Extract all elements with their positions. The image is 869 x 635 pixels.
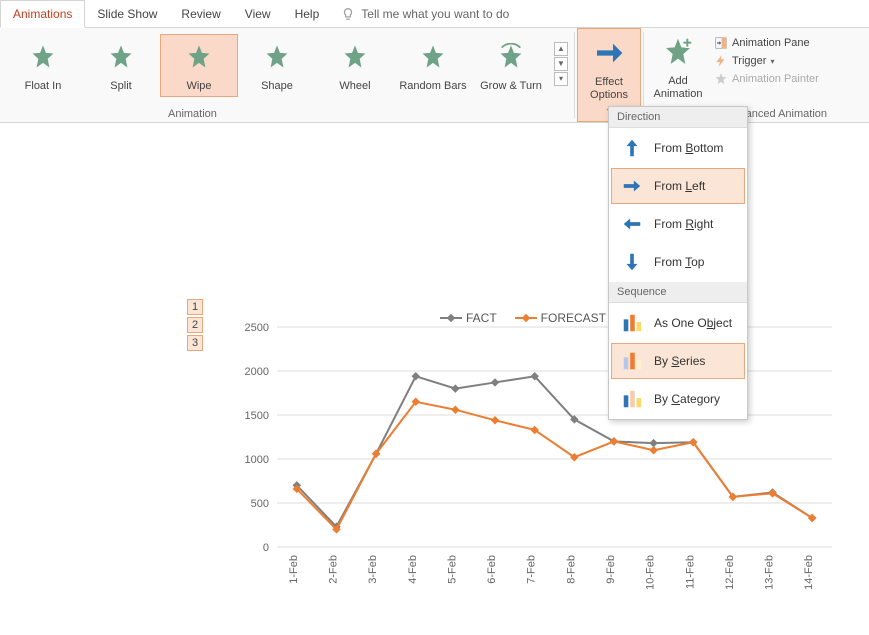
menu-from-bottom[interactable]: From Bottom [611, 130, 745, 166]
arrow-left-icon [621, 213, 643, 235]
animation-painter-label: Animation Painter [732, 73, 819, 85]
anim-wheel[interactable]: Wheel [316, 34, 394, 97]
anim-random-bars[interactable]: Random Bars [394, 34, 472, 97]
bars-icon [621, 312, 643, 334]
tell-me-box[interactable]: Tell me what you want to do [331, 7, 519, 21]
anim-wipe[interactable]: Wipe [160, 34, 238, 97]
dropdown-section-sequence: Sequence [609, 282, 747, 303]
bars-category-icon [621, 388, 643, 410]
svg-text:9-Feb: 9-Feb [605, 555, 617, 584]
lightbulb-icon [341, 7, 355, 21]
star-icon [29, 43, 57, 71]
svg-text:6-Feb: 6-Feb [486, 555, 498, 584]
group-label-animation: Animation [168, 108, 217, 120]
anim-tag[interactable]: 2 [187, 317, 203, 333]
menu-label: By Series [654, 354, 705, 368]
svg-text:500: 500 [251, 498, 269, 510]
tab-animations[interactable]: Animations [0, 0, 85, 28]
menu-as-one-object[interactable]: As One Object [611, 305, 745, 341]
svg-text:8-Feb: 8-Feb [565, 555, 577, 584]
star-plus-icon [662, 36, 694, 68]
arrow-up-icon [621, 137, 643, 159]
star-icon [497, 43, 525, 71]
anim-label: Wipe [163, 80, 235, 92]
svg-text:1500: 1500 [245, 410, 269, 422]
dropdown-section-direction: Direction [609, 107, 747, 128]
lightning-icon [714, 54, 728, 68]
svg-text:10-Feb: 10-Feb [645, 555, 657, 590]
anim-tag[interactable]: 1 [187, 299, 203, 315]
arrow-right-icon [593, 37, 625, 69]
anim-tag[interactable]: 3 [187, 335, 203, 351]
svg-text:11-Feb: 11-Feb [684, 555, 696, 589]
animation-pane-button[interactable]: Animation Pane [714, 34, 819, 52]
anim-label: Split [85, 80, 157, 92]
tab-help[interactable]: Help [283, 1, 332, 27]
arrow-right-icon [621, 175, 643, 197]
menu-from-right[interactable]: From Right [611, 206, 745, 242]
svg-text:12-Feb: 12-Feb [724, 555, 736, 590]
painter-icon [714, 72, 728, 86]
menu-label: By Category [654, 392, 720, 406]
animation-painter-button: Animation Painter [714, 70, 819, 88]
trigger-label: Trigger [732, 55, 766, 67]
animation-pane-label: Animation Pane [732, 37, 810, 49]
menu-label: As One Object [654, 316, 732, 330]
bars-series-icon [621, 350, 643, 372]
svg-text:0: 0 [263, 542, 269, 554]
menu-label: From Top [654, 255, 704, 269]
svg-text:13-Feb: 13-Feb [764, 555, 776, 590]
tab-view[interactable]: View [233, 1, 283, 27]
star-icon [185, 43, 213, 71]
ribbon-tabs: Animations Slide Show Review View Help T… [0, 0, 869, 28]
svg-text:5-Feb: 5-Feb [446, 555, 458, 584]
gallery-more-icon[interactable]: ▾ [554, 72, 568, 86]
svg-text:2000: 2000 [245, 366, 269, 378]
anim-label: Shape [241, 80, 313, 92]
menu-by-category[interactable]: By Category [611, 381, 745, 417]
anim-grow-turn[interactable]: Grow & Turn [472, 34, 550, 97]
star-icon [419, 43, 447, 71]
tab-slide-show[interactable]: Slide Show [85, 1, 169, 27]
chart[interactable]: 0 500 1000 1500 2000 2500 1-Feb 2-Feb 3-Feb 4-Feb… [227, 307, 847, 617]
anim-label: Grow & Turn [475, 80, 547, 92]
effect-options-label: Effect Options [580, 76, 638, 102]
anim-order-tags: 1 2 3 [187, 299, 203, 351]
star-icon [341, 43, 369, 71]
animation-gallery: Float In Split Wipe Shape Wheel Random B… [0, 28, 572, 122]
effect-options-dropdown: Direction From Bottom From Left From Rig… [608, 106, 748, 420]
menu-by-series[interactable]: By Series [611, 343, 745, 379]
tab-review[interactable]: Review [169, 1, 232, 27]
gallery-up-icon[interactable]: ▲ [554, 42, 568, 56]
gallery-down-icon[interactable]: ▼ [554, 57, 568, 71]
anim-shape[interactable]: Shape [238, 34, 316, 97]
arrow-down-icon [621, 251, 643, 273]
pane-icon [714, 36, 728, 50]
tell-me-label: Tell me what you want to do [361, 7, 509, 21]
menu-from-top[interactable]: From Top [611, 244, 745, 280]
anim-split[interactable]: Split [82, 34, 160, 97]
svg-text:14-Feb: 14-Feb [803, 555, 815, 590]
menu-label: From Bottom [654, 141, 723, 155]
anim-label: Random Bars [397, 80, 469, 92]
add-animation-label: Add Animation [648, 75, 708, 101]
menu-label: From Left [654, 179, 705, 193]
svg-text:4-Feb: 4-Feb [407, 555, 419, 584]
menu-from-left[interactable]: From Left [611, 168, 745, 204]
trigger-button[interactable]: Trigger ▾ [714, 52, 819, 70]
svg-text:1000: 1000 [245, 454, 269, 466]
anim-label: Wheel [319, 80, 391, 92]
menu-label: From Right [654, 217, 713, 231]
gallery-spinner: ▲ ▼ ▾ [554, 42, 568, 86]
anim-float-in[interactable]: Float In [4, 34, 82, 97]
svg-text:1-Feb: 1-Feb [288, 555, 300, 584]
svg-text:7-Feb: 7-Feb [526, 555, 538, 584]
star-icon [263, 43, 291, 71]
svg-text:3-Feb: 3-Feb [367, 555, 379, 584]
anim-label: Float In [7, 80, 79, 92]
svg-text:2500: 2500 [245, 322, 269, 334]
star-icon [107, 43, 135, 71]
svg-text:2-Feb: 2-Feb [327, 555, 339, 584]
